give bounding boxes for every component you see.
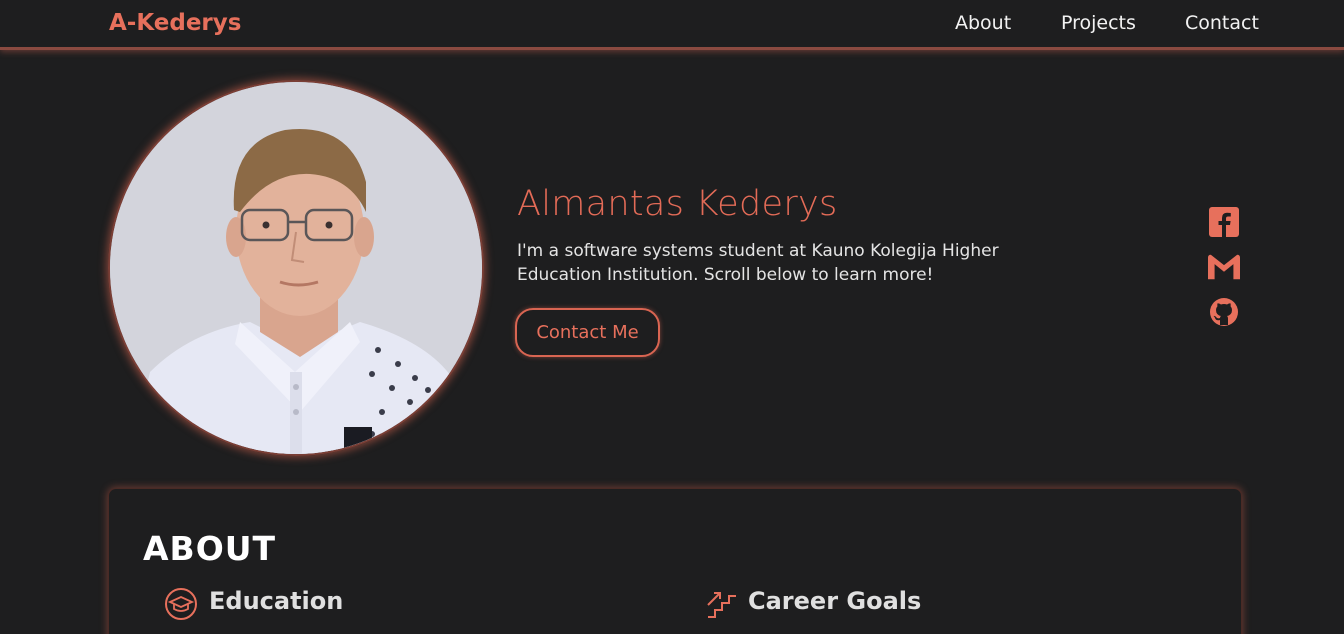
hero-intro: I'm a software systems student at Kauno … xyxy=(517,241,999,285)
navbar: A-Kederys About Projects Contact xyxy=(0,0,1344,50)
nav-link-about[interactable]: About xyxy=(955,12,1011,34)
graduation-cap-icon xyxy=(164,587,198,621)
nav-link-projects[interactable]: Projects xyxy=(1061,12,1136,34)
contact-me-button[interactable]: Contact Me xyxy=(515,308,660,357)
github-icon[interactable] xyxy=(1208,296,1240,328)
hero-name: Almantas Kederys xyxy=(517,184,838,224)
stairs-icon xyxy=(705,587,739,621)
gmail-icon[interactable] xyxy=(1208,251,1240,283)
facebook-icon[interactable] xyxy=(1208,206,1240,238)
nav-link-contact[interactable]: Contact xyxy=(1185,12,1259,34)
education-heading: Education xyxy=(209,587,344,615)
brand-logo[interactable]: A-Kederys xyxy=(109,10,241,36)
career-goals-heading: Career Goals xyxy=(748,587,922,615)
about-title: ABOUT xyxy=(143,529,277,568)
about-card: ABOUT Education Career Goals xyxy=(108,488,1242,634)
profile-photo xyxy=(108,80,484,456)
